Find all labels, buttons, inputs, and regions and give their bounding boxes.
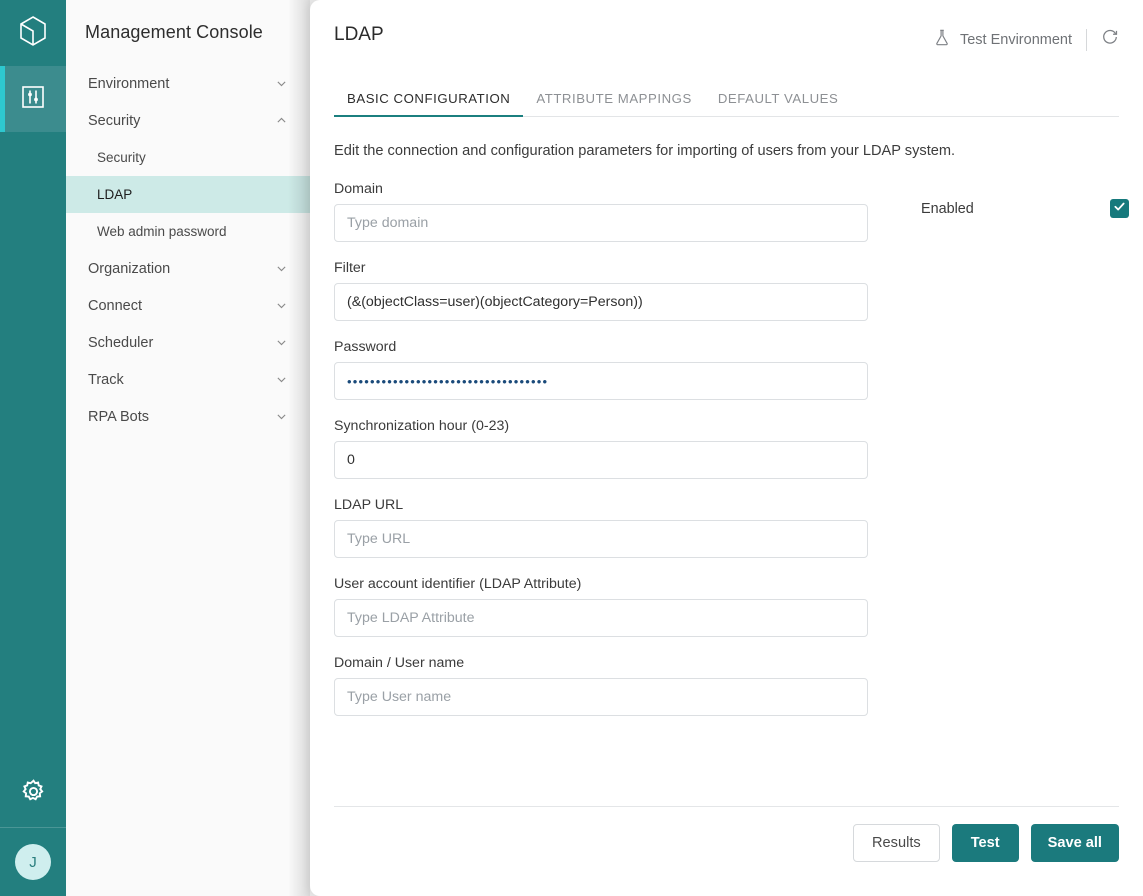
page-title: LDAP bbox=[334, 24, 384, 45]
domain-input[interactable] bbox=[334, 204, 868, 242]
password-input[interactable] bbox=[334, 362, 868, 400]
tab-default-values[interactable]: DEFAULT VALUES bbox=[705, 91, 852, 116]
field-sync-hour: Synchronization hour (0-23) bbox=[334, 418, 868, 479]
icon-rail: J bbox=[0, 0, 66, 896]
environment-label: Test Environment bbox=[959, 31, 1072, 48]
check-icon bbox=[1113, 200, 1126, 218]
sidebar-item-label: Connect bbox=[88, 297, 143, 314]
chevron-down-icon bbox=[275, 262, 288, 275]
chevron-down-icon bbox=[275, 299, 288, 312]
refresh-button[interactable] bbox=[1101, 28, 1119, 51]
chevron-down-icon bbox=[275, 77, 288, 90]
sidebar-item-web-admin-password[interactable]: Web admin password bbox=[66, 213, 310, 250]
rail-item-management[interactable] bbox=[0, 66, 66, 132]
chevron-up-icon bbox=[275, 114, 288, 127]
label-domain-user-name: Domain / User name bbox=[334, 655, 465, 671]
sidebar-item-ldap[interactable]: LDAP bbox=[66, 176, 310, 213]
sidebar-item-security[interactable]: Security bbox=[66, 102, 310, 139]
filter-input[interactable] bbox=[334, 283, 868, 321]
chevron-down-icon bbox=[275, 373, 288, 386]
sidebar-item-track[interactable]: Track bbox=[66, 361, 310, 398]
avatar[interactable]: J bbox=[15, 844, 51, 880]
sync-hour-input[interactable] bbox=[334, 441, 868, 479]
field-user-account-identifier: User account identifier (LDAP Attribute) bbox=[334, 576, 868, 637]
label-password: Password bbox=[334, 339, 397, 355]
sidebar-title: Management Console bbox=[85, 22, 263, 42]
sidebar-item-label: RPA Bots bbox=[88, 408, 149, 425]
label-user-account-identifier: User account identifier (LDAP Attribute) bbox=[334, 576, 582, 592]
header-actions: Test Environment bbox=[933, 24, 1119, 51]
cube-logo-icon bbox=[18, 15, 48, 52]
sidebar-item-label: Web admin password bbox=[97, 224, 227, 239]
field-filter: Filter bbox=[334, 260, 868, 321]
sidebar-item-organization[interactable]: Organization bbox=[66, 250, 310, 287]
header-divider bbox=[1086, 28, 1087, 51]
app-root: J Management Console Environment Securit… bbox=[0, 0, 1143, 896]
label-ldap-url: LDAP URL bbox=[334, 497, 404, 513]
field-password: Password bbox=[334, 339, 868, 400]
footer-divider bbox=[334, 806, 1119, 807]
footer-actions: Results Test Save all bbox=[853, 824, 1119, 862]
sidebar-item-scheduler[interactable]: Scheduler bbox=[66, 324, 310, 361]
sidebar-item-label: Scheduler bbox=[88, 334, 154, 351]
sidebar-nav-list: Environment Security Security LDAP Web a… bbox=[66, 65, 310, 435]
sidebar-item-security-sub[interactable]: Security bbox=[66, 139, 310, 176]
flask-icon bbox=[933, 28, 951, 51]
label-sync-hour: Synchronization hour (0-23) bbox=[334, 418, 510, 434]
sliders-icon bbox=[20, 84, 46, 115]
sidebar-item-environment[interactable]: Environment bbox=[66, 65, 310, 102]
sidebar: Management Console Environment Security … bbox=[66, 0, 310, 896]
enabled-row: Enabled bbox=[921, 199, 1129, 218]
results-button[interactable]: Results bbox=[853, 824, 940, 862]
gear-icon bbox=[20, 778, 47, 810]
chevron-down-icon bbox=[275, 336, 288, 349]
sidebar-item-label: Organization bbox=[88, 260, 171, 277]
rail-item-account[interactable]: J bbox=[0, 828, 66, 896]
sidebar-item-rpa-bots[interactable]: RPA Bots bbox=[66, 398, 310, 435]
main-panel: LDAP Test Environment BASIC CONFIGURATIO… bbox=[310, 0, 1143, 896]
test-button[interactable]: Test bbox=[951, 824, 1019, 862]
label-domain: Domain bbox=[334, 181, 383, 197]
sidebar-item-label: Security bbox=[97, 150, 146, 165]
refresh-icon bbox=[1101, 28, 1119, 51]
rail-item-logo[interactable] bbox=[0, 0, 66, 66]
tab-attribute-mappings[interactable]: ATTRIBUTE MAPPINGS bbox=[523, 91, 704, 116]
ldap-url-input[interactable] bbox=[334, 520, 868, 558]
options-column: Enabled bbox=[883, 181, 1129, 744]
tab-basic-configuration[interactable]: BASIC CONFIGURATION bbox=[334, 91, 524, 117]
user-account-identifier-input[interactable] bbox=[334, 599, 868, 637]
save-all-button[interactable]: Save all bbox=[1030, 824, 1119, 862]
form-area: Domain Filter Password Synchronization h… bbox=[334, 181, 1129, 744]
intro-text: Edit the connection and configuration pa… bbox=[334, 143, 956, 159]
label-filter: Filter bbox=[334, 260, 366, 276]
tab-bar: BASIC CONFIGURATION ATTRIBUTE MAPPINGS D… bbox=[334, 91, 1119, 117]
sidebar-item-label: Track bbox=[88, 371, 124, 388]
sidebar-item-label: Security bbox=[88, 112, 141, 129]
domain-user-name-input[interactable] bbox=[334, 678, 868, 716]
field-domain: Domain bbox=[334, 181, 868, 242]
enabled-checkbox[interactable] bbox=[1110, 199, 1129, 218]
rail-spacer bbox=[0, 132, 66, 761]
sidebar-item-connect[interactable]: Connect bbox=[66, 287, 310, 324]
sidebar-item-label: Environment bbox=[88, 75, 170, 92]
enabled-label: Enabled bbox=[921, 200, 974, 217]
field-ldap-url: LDAP URL bbox=[334, 497, 868, 558]
sidebar-item-label: LDAP bbox=[97, 187, 133, 202]
environment-selector[interactable]: Test Environment bbox=[933, 28, 1072, 51]
field-domain-user-name: Domain / User name bbox=[334, 655, 868, 716]
form-column: Domain Filter Password Synchronization h… bbox=[334, 181, 868, 744]
rail-item-settings[interactable] bbox=[0, 761, 66, 827]
chevron-down-icon bbox=[275, 410, 288, 423]
panel-header: LDAP Test Environment bbox=[310, 0, 1143, 51]
